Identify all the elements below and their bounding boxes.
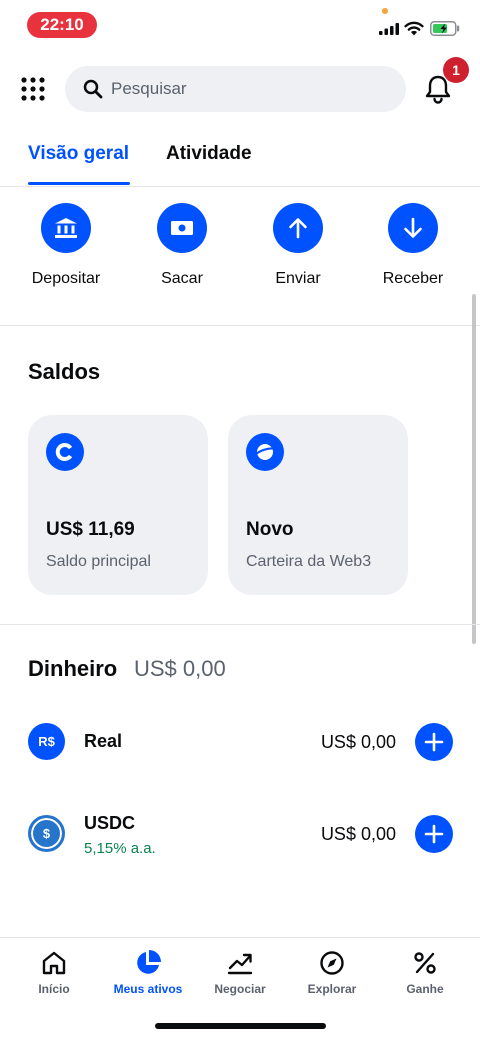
nav-my-assets-label: Meus ativos <box>113 982 183 996</box>
web3-wallet-card[interactable]: Novo Carteira da Web3 <box>228 415 408 595</box>
usdc-icon: $ <box>28 815 65 852</box>
section-divider <box>0 325 480 326</box>
section-divider <box>0 624 480 625</box>
nav-trade[interactable]: Negociar <box>192 948 288 996</box>
usdc-yield: 5,15% a.a. <box>84 840 156 857</box>
main-balance-label: Saldo principal <box>46 553 151 570</box>
asset-amount: US$ 0,00 <box>320 824 396 844</box>
send-label: Enviar <box>275 270 321 287</box>
camera-indicator <box>382 8 388 14</box>
asset-amount: US$ 0,00 <box>320 732 396 752</box>
main-balance-amount: US$ 11,69 <box>46 519 135 540</box>
plus-icon <box>424 824 444 844</box>
send-button[interactable]: Enviar <box>243 203 353 288</box>
planet-icon <box>253 444 277 460</box>
web3-wallet-status: Novo <box>246 519 294 540</box>
coinbase-icon <box>55 443 73 461</box>
balances-title: Saldos <box>28 359 101 384</box>
deposit-label: Depositar <box>31 270 101 287</box>
search-placeholder: Pesquisar <box>111 79 187 98</box>
add-real-button[interactable] <box>415 723 453 761</box>
nav-explore[interactable]: Explorar <box>284 948 380 996</box>
nav-explore-label: Explorar <box>307 982 357 996</box>
home-icon <box>42 951 66 975</box>
active-tab-indicator <box>28 182 130 185</box>
cash-total: US$ 0,00 <box>134 656 226 681</box>
main-balance-card[interactable]: US$ 11,69 Saldo principal <box>28 415 208 595</box>
notification-badge: 1 <box>443 57 469 83</box>
plus-icon <box>424 732 444 752</box>
asset-name: USDC <box>84 813 136 833</box>
real-currency-icon: R$ <box>28 723 65 760</box>
search-input[interactable]: Pesquisar <box>65 66 406 112</box>
withdraw-label: Sacar <box>161 270 203 287</box>
cellular-signal-icon <box>379 23 399 35</box>
battery-icon <box>430 21 460 36</box>
arrow-up-icon <box>289 218 307 239</box>
home-indicator <box>155 1023 326 1029</box>
percent-icon <box>414 952 436 974</box>
web3-wallet-label: Carteira da Web3 <box>246 553 372 570</box>
status-time: 22:10 <box>27 12 97 38</box>
nav-home-label: Início <box>38 982 70 996</box>
receive-label: Receber <box>382 270 444 287</box>
trend-icon <box>227 953 253 975</box>
withdraw-button[interactable]: Sacar <box>127 203 237 288</box>
bank-icon <box>55 218 77 238</box>
apps-grid-icon[interactable] <box>20 76 46 102</box>
asset-name: Real <box>84 731 123 751</box>
nav-home[interactable]: Início <box>6 948 102 996</box>
search-icon <box>83 79 103 99</box>
nav-earn-label: Ganhe <box>406 982 444 996</box>
wifi-icon <box>404 21 424 36</box>
compass-icon <box>320 951 344 975</box>
cash-icon <box>171 221 193 235</box>
receive-button[interactable]: Receber <box>358 203 468 288</box>
deposit-button[interactable]: Depositar <box>11 203 121 288</box>
tab-activity[interactable]: Atividade <box>166 143 252 165</box>
arrow-down-icon <box>404 217 422 238</box>
tabs-divider <box>0 186 480 187</box>
cash-title: Dinheiro <box>28 656 118 681</box>
nav-trade-label: Negociar <box>214 982 266 996</box>
add-usdc-button[interactable] <box>415 815 453 853</box>
status-bar: 22:10 <box>0 0 480 50</box>
nav-my-assets[interactable]: Meus ativos <box>100 948 196 996</box>
tab-overview[interactable]: Visão geral <box>28 143 129 165</box>
scrollbar[interactable] <box>472 294 476 644</box>
pie-chart-icon <box>137 950 161 974</box>
nav-earn[interactable]: Ganhe <box>377 948 473 996</box>
